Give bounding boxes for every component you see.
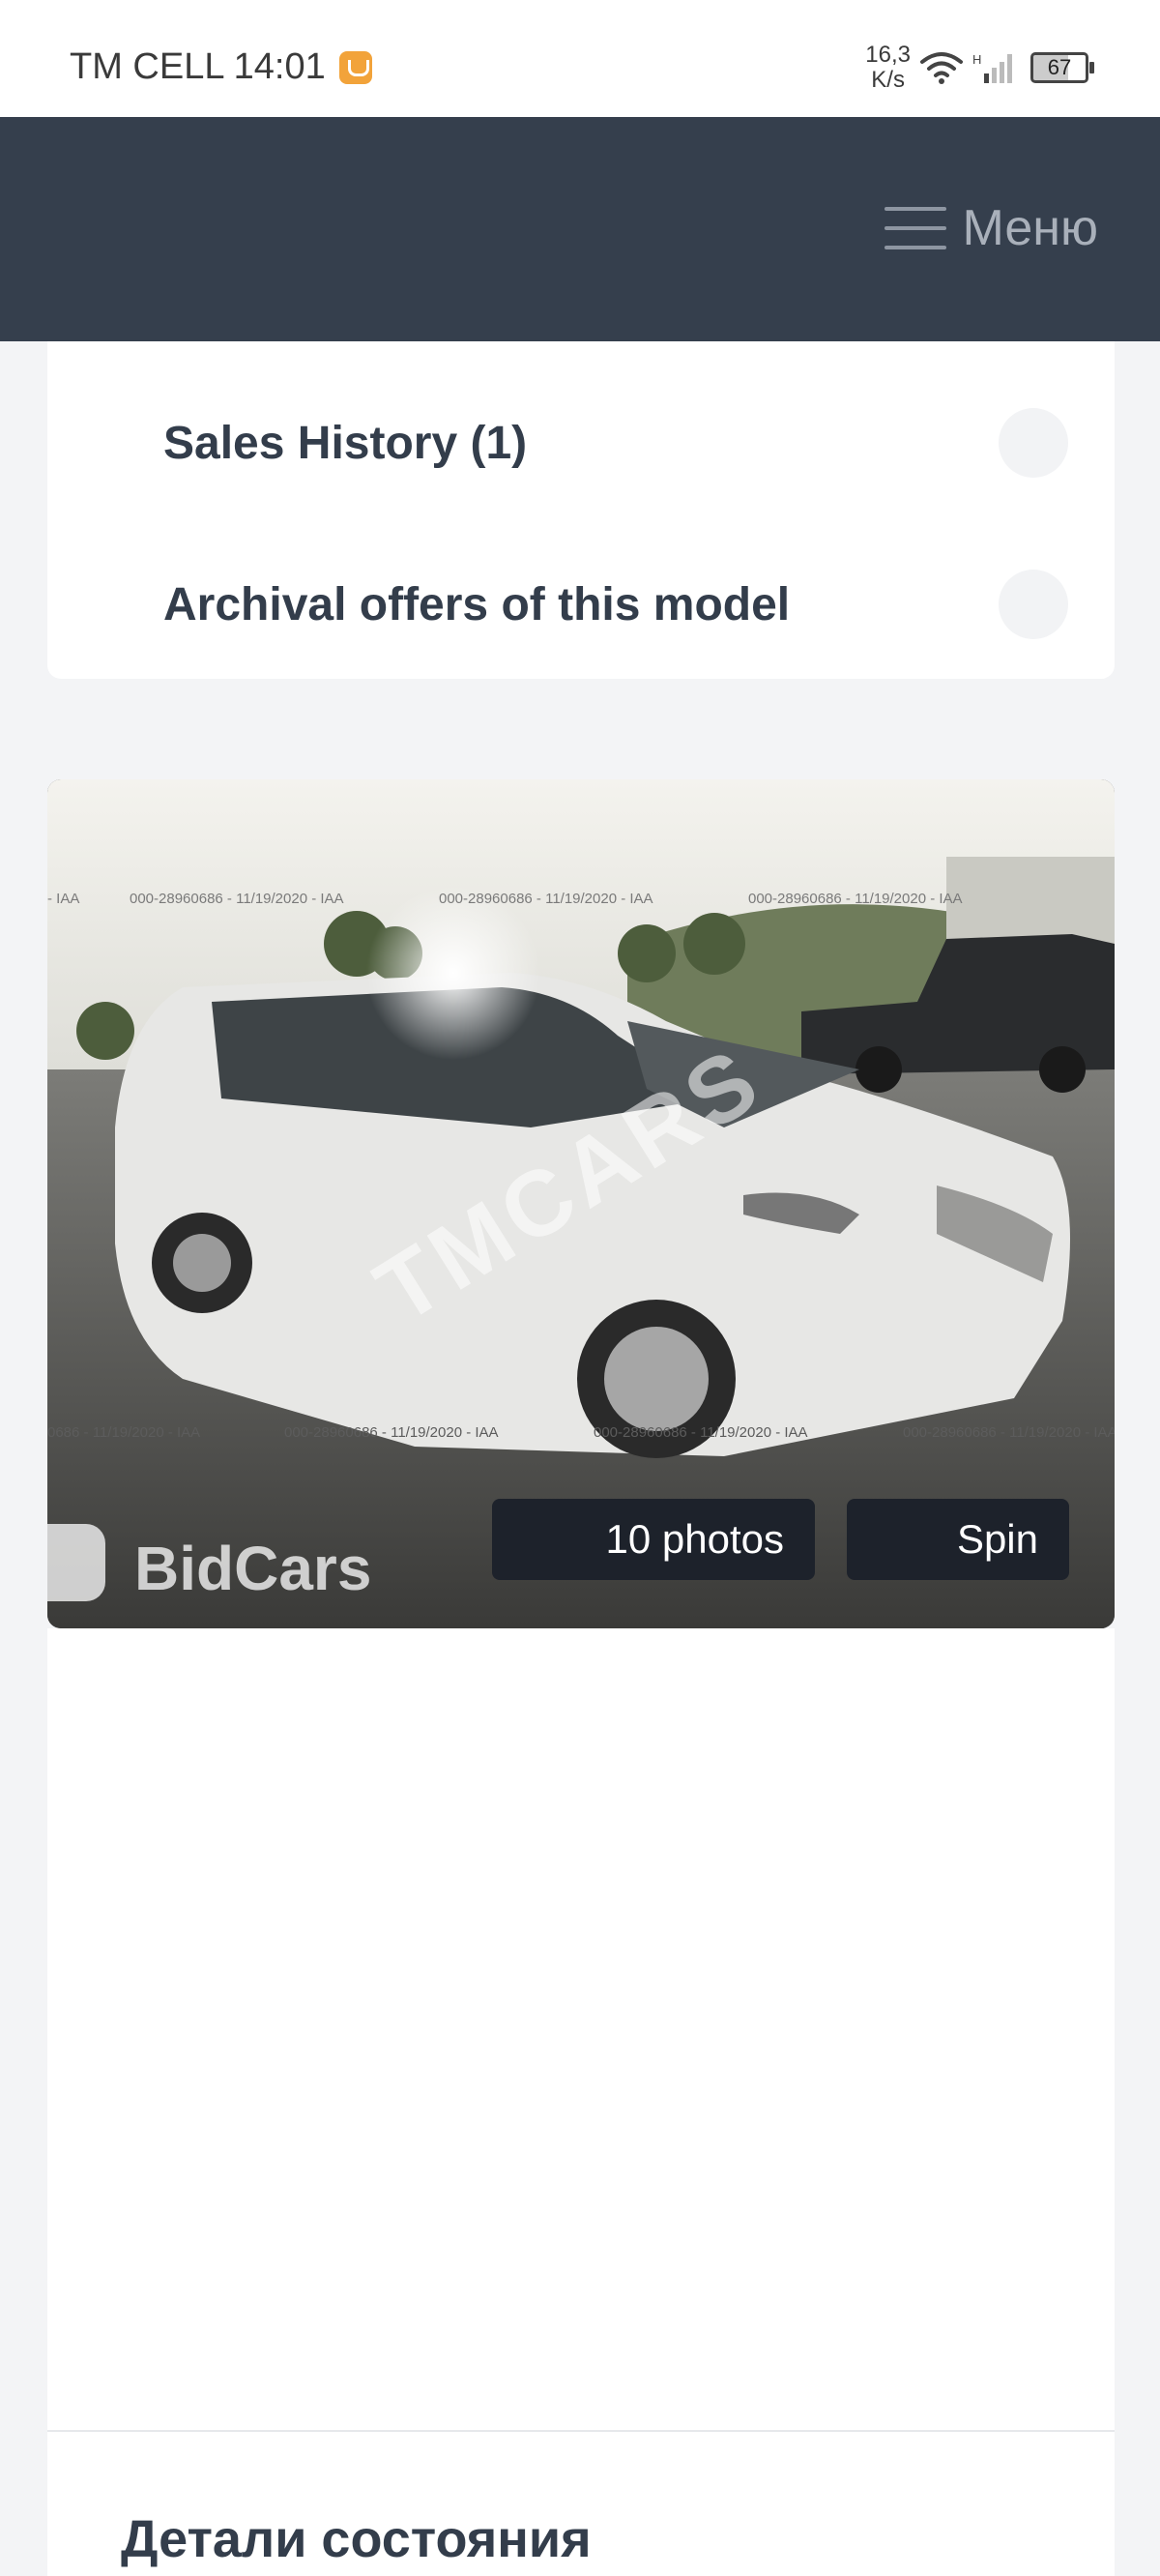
photos-button-label: 10 photos [605,1516,785,1562]
sales-history-row[interactable]: Sales History (1) [47,375,1115,511]
bidcars-logo-icon [47,1524,105,1601]
network-speed-unit: K/s [871,67,905,93]
menu-button[interactable]: Меню [884,199,1098,257]
status-left: TM CELL 14:01 [70,46,372,88]
svg-text:000-28960686 - 11/19/2020 - IA: 000-28960686 - 11/19/2020 - IAA [903,1424,1115,1441]
content-area [47,1628,1115,2431]
status-right: 16,3 K/s H 67 [865,43,1094,93]
svg-text:000-28960686 - 11/19/2020 - IA: 000-28960686 - 11/19/2020 - IAA [748,891,963,907]
spin-button[interactable]: Spin [847,1499,1069,1580]
expand-toggle-icon[interactable] [999,570,1068,639]
signal-icon: H [972,52,1012,83]
sections-card: Sales History (1) Archival offers of thi… [47,341,1115,679]
condition-details-section: Детали состояния [47,2432,1115,2576]
photo-gallery[interactable]: - IAA 000-28960686 - 11/19/2020 - IAA 00… [47,779,1115,1628]
svg-text:000-28960686 - 11/19/2020 - IA: 000-28960686 - 11/19/2020 - IAA [284,1424,499,1441]
network-speed-value: 16,3 [865,42,911,68]
network-speed: 16,3 K/s [865,43,911,93]
archival-offers-row[interactable]: Archival offers of this model [47,537,1115,672]
app-header: Меню [0,117,1160,341]
svg-text:H: H [972,52,981,67]
sales-history-label: Sales History (1) [163,417,528,469]
svg-text:000-28960686 - 11/19/2020 - IA: 000-28960686 - 11/19/2020 - IAA [439,891,653,907]
battery-icon: 67 [1030,52,1094,83]
svg-text:000-28960686 - 11/19/2020 - IA: 000-28960686 - 11/19/2020 - IAA [594,1424,808,1441]
wifi-icon [920,52,963,84]
svg-text:000-28960686 - 11/19/2020 - IA: 000-28960686 - 11/19/2020 - IAA [130,891,344,907]
menu-label: Меню [962,200,1098,256]
status-bar: TM CELL 14:01 16,3 K/s H 67 [0,0,1160,117]
notification-app-icon [338,50,372,84]
expand-toggle-icon[interactable] [999,408,1068,478]
carrier-time: TM CELL 14:01 [70,46,326,87]
hamburger-icon [884,203,947,253]
photos-button[interactable]: 10 photos [492,1499,815,1580]
spin-button-label: Spin [956,1516,1038,1562]
bidcars-logo: BidCars [134,1534,371,1603]
svg-text:- IAA: - IAA [47,891,79,907]
svg-text:0686 - 11/19/2020 - IAA: 0686 - 11/19/2020 - IAA [47,1424,200,1441]
condition-details-title: Детали состояния [121,2510,592,2568]
archival-offers-label: Archival offers of this model [163,578,791,630]
